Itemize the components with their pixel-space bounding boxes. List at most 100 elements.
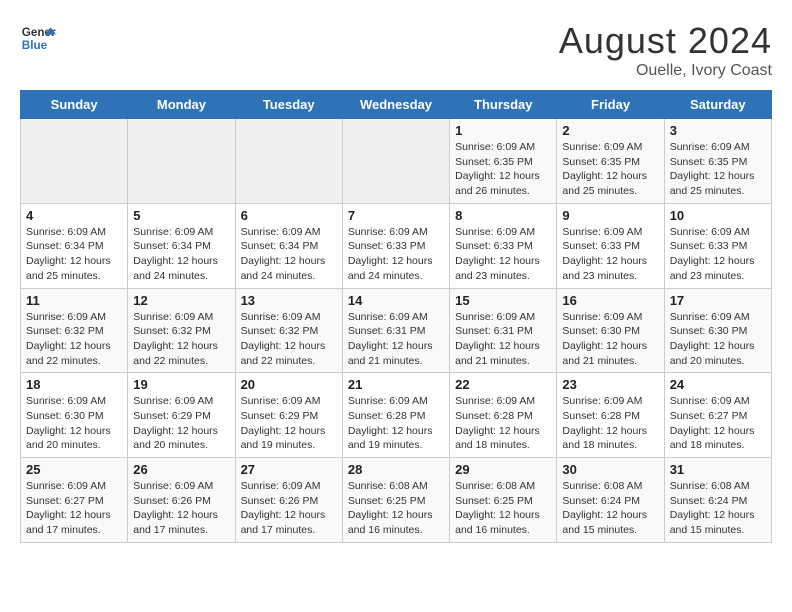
calendar-week-row: 1 Sunrise: 6:09 AMSunset: 6:35 PMDaylight… [21, 119, 772, 204]
calendar-body: 1 Sunrise: 6:09 AMSunset: 6:35 PMDaylight… [21, 119, 772, 543]
day-info: Sunrise: 6:09 AMSunset: 6:27 PMDaylight:… [670, 394, 766, 453]
calendar-week-row: 11 Sunrise: 6:09 AMSunset: 6:32 PMDayligh… [21, 288, 772, 373]
day-info: Sunrise: 6:09 AMSunset: 6:33 PMDaylight:… [348, 225, 444, 284]
day-info: Sunrise: 6:09 AMSunset: 6:33 PMDaylight:… [562, 225, 658, 284]
day-info: Sunrise: 6:09 AMSunset: 6:26 PMDaylight:… [133, 479, 229, 538]
day-info: Sunrise: 6:09 AMSunset: 6:28 PMDaylight:… [455, 394, 551, 453]
day-info: Sunrise: 6:08 AMSunset: 6:24 PMDaylight:… [670, 479, 766, 538]
calendar-cell [128, 119, 235, 204]
day-number: 1 [455, 123, 551, 138]
day-number: 8 [455, 208, 551, 223]
day-info: Sunrise: 6:09 AMSunset: 6:33 PMDaylight:… [670, 225, 766, 284]
day-info: Sunrise: 6:08 AMSunset: 6:25 PMDaylight:… [455, 479, 551, 538]
calendar-cell [235, 119, 342, 204]
calendar-cell: 10 Sunrise: 6:09 AMSunset: 6:33 PMDayligh… [664, 203, 771, 288]
weekday-header-thursday: Thursday [450, 91, 557, 119]
day-info: Sunrise: 6:09 AMSunset: 6:26 PMDaylight:… [241, 479, 337, 538]
calendar-cell: 14 Sunrise: 6:09 AMSunset: 6:31 PMDayligh… [342, 288, 449, 373]
calendar-cell: 16Sunrise: 6:09 AMSunset: 6:30 PMDayligh… [557, 288, 664, 373]
day-number: 24 [670, 377, 766, 392]
day-number: 7 [348, 208, 444, 223]
day-number: 10 [670, 208, 766, 223]
day-number: 21 [348, 377, 444, 392]
calendar-table: SundayMondayTuesdayWednesdayThursdayFrid… [20, 90, 772, 543]
day-number: 15 [455, 293, 551, 308]
weekday-header-sunday: Sunday [21, 91, 128, 119]
calendar-cell: 12Sunrise: 6:09 AMSunset: 6:32 PMDayligh… [128, 288, 235, 373]
calendar-cell: 29 Sunrise: 6:08 AMSunset: 6:25 PMDayligh… [450, 458, 557, 543]
day-number: 20 [241, 377, 337, 392]
weekday-header-wednesday: Wednesday [342, 91, 449, 119]
day-number: 29 [455, 462, 551, 477]
day-info: Sunrise: 6:08 AMSunset: 6:25 PMDaylight:… [348, 479, 444, 538]
calendar-week-row: 4 Sunrise: 6:09 AMSunset: 6:34 PMDaylight… [21, 203, 772, 288]
day-number: 4 [26, 208, 122, 223]
day-info: Sunrise: 6:09 AMSunset: 6:32 PMDaylight:… [26, 310, 122, 369]
day-number: 28 [348, 462, 444, 477]
day-number: 3 [670, 123, 766, 138]
calendar-cell: 24 Sunrise: 6:09 AMSunset: 6:27 PMDayligh… [664, 373, 771, 458]
day-number: 23 [562, 377, 658, 392]
day-number: 9 [562, 208, 658, 223]
calendar-cell [342, 119, 449, 204]
calendar-cell: 19 Sunrise: 6:09 AMSunset: 6:29 PMDayligh… [128, 373, 235, 458]
calendar-week-row: 18Sunrise: 6:09 AMSunset: 6:30 PMDayligh… [21, 373, 772, 458]
calendar-week-row: 25 Sunrise: 6:09 AMSunset: 6:27 PMDayligh… [21, 458, 772, 543]
day-info: Sunrise: 6:09 AMSunset: 6:35 PMDaylight:… [455, 140, 551, 199]
day-number: 5 [133, 208, 229, 223]
day-number: 26 [133, 462, 229, 477]
calendar-cell: 31 Sunrise: 6:08 AMSunset: 6:24 PMDayligh… [664, 458, 771, 543]
logo-icon: General Blue [20, 20, 56, 56]
day-info: Sunrise: 6:09 AMSunset: 6:34 PMDaylight:… [26, 225, 122, 284]
calendar-title: August 2024 [559, 20, 772, 62]
calendar-cell: 8 Sunrise: 6:09 AMSunset: 6:33 PMDaylight… [450, 203, 557, 288]
day-info: Sunrise: 6:09 AMSunset: 6:32 PMDaylight:… [241, 310, 337, 369]
calendar-subtitle: Ouelle, Ivory Coast [559, 62, 772, 80]
calendar-cell: 27Sunrise: 6:09 AMSunset: 6:26 PMDayligh… [235, 458, 342, 543]
calendar-cell: 6 Sunrise: 6:09 AMSunset: 6:34 PMDaylight… [235, 203, 342, 288]
day-info: Sunrise: 6:09 AMSunset: 6:28 PMDaylight:… [348, 394, 444, 453]
svg-text:Blue: Blue [22, 39, 48, 52]
day-info: Sunrise: 6:09 AMSunset: 6:31 PMDaylight:… [455, 310, 551, 369]
day-info: Sunrise: 6:09 AMSunset: 6:30 PMDaylight:… [26, 394, 122, 453]
day-number: 17 [670, 293, 766, 308]
day-info: Sunrise: 6:09 AMSunset: 6:34 PMDaylight:… [241, 225, 337, 284]
day-number: 19 [133, 377, 229, 392]
day-info: Sunrise: 6:09 AMSunset: 6:35 PMDaylight:… [670, 140, 766, 199]
day-number: 12 [133, 293, 229, 308]
day-number: 14 [348, 293, 444, 308]
day-number: 13 [241, 293, 337, 308]
day-info: Sunrise: 6:09 AMSunset: 6:29 PMDaylight:… [133, 394, 229, 453]
day-number: 6 [241, 208, 337, 223]
day-number: 2 [562, 123, 658, 138]
day-info: Sunrise: 6:09 AMSunset: 6:27 PMDaylight:… [26, 479, 122, 538]
day-number: 22 [455, 377, 551, 392]
day-number: 31 [670, 462, 766, 477]
day-info: Sunrise: 6:09 AMSunset: 6:31 PMDaylight:… [348, 310, 444, 369]
day-number: 30 [562, 462, 658, 477]
calendar-cell: 20Sunrise: 6:09 AMSunset: 6:29 PMDayligh… [235, 373, 342, 458]
day-info: Sunrise: 6:09 AMSunset: 6:33 PMDaylight:… [455, 225, 551, 284]
calendar-cell: 9 Sunrise: 6:09 AMSunset: 6:33 PMDaylight… [557, 203, 664, 288]
weekday-header-tuesday: Tuesday [235, 91, 342, 119]
calendar-cell: 28 Sunrise: 6:08 AMSunset: 6:25 PMDayligh… [342, 458, 449, 543]
day-info: Sunrise: 6:09 AMSunset: 6:28 PMDaylight:… [562, 394, 658, 453]
calendar-cell: 15 Sunrise: 6:09 AMSunset: 6:31 PMDayligh… [450, 288, 557, 373]
calendar-cell: 22 Sunrise: 6:09 AMSunset: 6:28 PMDayligh… [450, 373, 557, 458]
calendar-cell: 5Sunrise: 6:09 AMSunset: 6:34 PMDaylight… [128, 203, 235, 288]
calendar-cell: 13 Sunrise: 6:09 AMSunset: 6:32 PMDayligh… [235, 288, 342, 373]
day-info: Sunrise: 6:09 AMSunset: 6:30 PMDaylight:… [562, 310, 658, 369]
weekday-header-saturday: Saturday [664, 91, 771, 119]
calendar-cell: 3 Sunrise: 6:09 AMSunset: 6:35 PMDaylight… [664, 119, 771, 204]
calendar-cell: 21 Sunrise: 6:09 AMSunset: 6:28 PMDayligh… [342, 373, 449, 458]
day-info: Sunrise: 6:08 AMSunset: 6:24 PMDaylight:… [562, 479, 658, 538]
day-number: 25 [26, 462, 122, 477]
day-info: Sunrise: 6:09 AMSunset: 6:35 PMDaylight:… [562, 140, 658, 199]
calendar-cell: 26 Sunrise: 6:09 AMSunset: 6:26 PMDayligh… [128, 458, 235, 543]
calendar-cell: 4 Sunrise: 6:09 AMSunset: 6:34 PMDaylight… [21, 203, 128, 288]
calendar-cell: 1 Sunrise: 6:09 AMSunset: 6:35 PMDaylight… [450, 119, 557, 204]
calendar-cell: 7 Sunrise: 6:09 AMSunset: 6:33 PMDaylight… [342, 203, 449, 288]
day-number: 11 [26, 293, 122, 308]
day-info: Sunrise: 6:09 AMSunset: 6:30 PMDaylight:… [670, 310, 766, 369]
logo: General Blue [20, 20, 56, 56]
